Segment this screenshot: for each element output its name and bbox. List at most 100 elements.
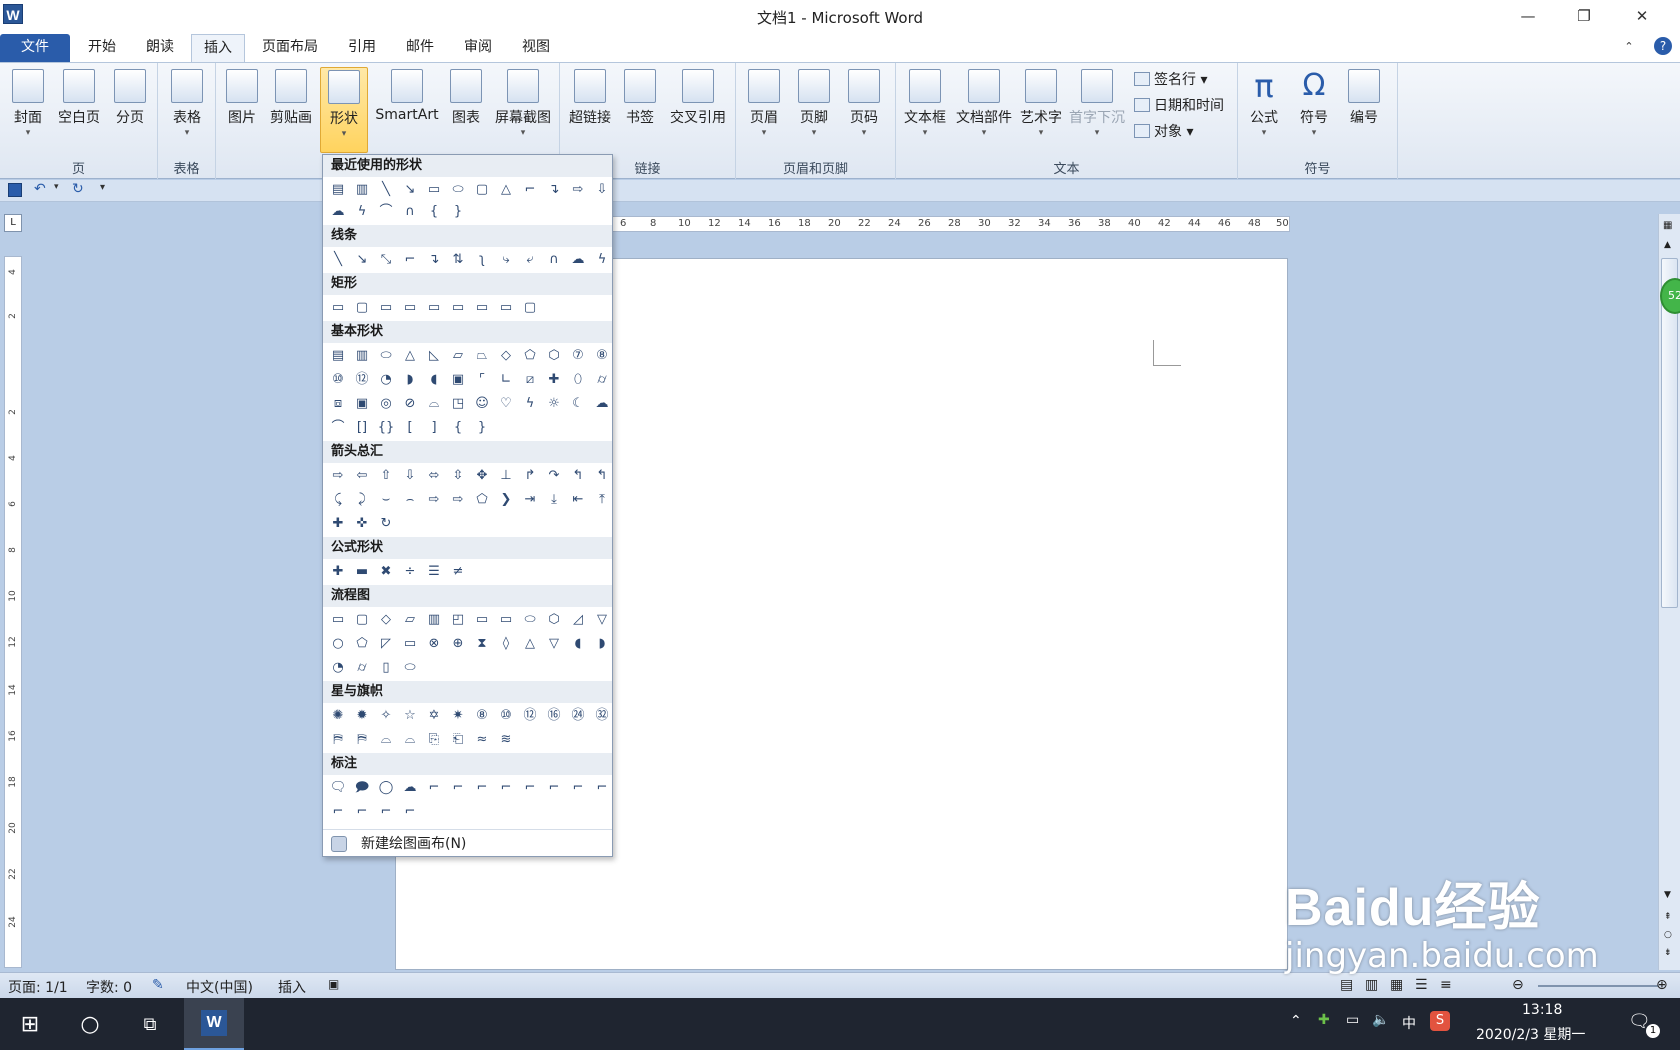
sogou-ime-icon[interactable]: S: [1430, 1011, 1450, 1031]
arrow-quad-icon[interactable]: ✥: [473, 465, 491, 485]
shape-line-icon[interactable]: ╲: [377, 179, 395, 199]
shape-elbow-arrow-icon[interactable]: ↴: [545, 179, 563, 199]
basic-oval-icon[interactable]: ⬭: [377, 345, 395, 365]
tab-review[interactable]: 审阅: [452, 34, 504, 62]
cross-reference-button[interactable]: 交叉引用: [664, 67, 732, 153]
arrow-left-right-icon[interactable]: ⬄: [425, 465, 443, 485]
page-break-button[interactable]: 分页: [108, 67, 152, 153]
date-time-button[interactable]: 日期和时间: [1134, 95, 1224, 115]
arrow-up-icon[interactable]: ⇧: [377, 465, 395, 485]
shape-arrow-line-icon[interactable]: ↘: [401, 179, 419, 199]
flow-internal-storage-icon[interactable]: ◰: [449, 609, 467, 629]
math-equal-icon[interactable]: ☰: [425, 561, 443, 581]
callout-accent-border1-icon[interactable]: ⌐: [353, 801, 371, 821]
basic-decagon-icon[interactable]: ⑩: [329, 369, 347, 389]
footer-button[interactable]: 页脚 ▾: [792, 67, 836, 153]
shape-rounded-rect-icon[interactable]: ▢: [473, 179, 491, 199]
basic-block-arc-icon[interactable]: ⌓: [425, 393, 443, 413]
quick-parts-button[interactable]: 文档部件 ▾: [952, 67, 1016, 153]
basic-smiley-icon[interactable]: ☺: [473, 393, 491, 413]
shape-right-brace-icon[interactable]: }: [449, 201, 467, 221]
curve-icon[interactable]: ∩: [545, 249, 563, 269]
shape-elbow-icon[interactable]: ⌐: [521, 179, 539, 199]
tab-references[interactable]: 引用: [336, 34, 388, 62]
symbol-button[interactable]: Ω 符号 ▾: [1292, 67, 1336, 153]
arrow-bent-icon[interactable]: ↱: [521, 465, 539, 485]
print-layout-view-icon[interactable]: ▤: [1340, 977, 1353, 993]
flow-seq-access-icon[interactable]: ◔: [329, 657, 347, 677]
basic-folded-corner-icon[interactable]: ◳: [449, 393, 467, 413]
chart-button[interactable]: 图表: [444, 67, 488, 153]
undo-icon[interactable]: ↶: [34, 181, 46, 197]
flow-delay-icon[interactable]: ◗: [593, 633, 611, 653]
arrow-icon[interactable]: ↘: [353, 249, 371, 269]
basic-can-icon[interactable]: ⌭: [593, 369, 611, 389]
flow-display-icon[interactable]: ⬭: [401, 657, 419, 677]
page-number-button[interactable]: 页码 ▾: [842, 67, 886, 153]
star-10-icon[interactable]: ⑩: [497, 705, 515, 725]
star-5-icon[interactable]: ☆: [401, 705, 419, 725]
flow-data-icon[interactable]: ▱: [401, 609, 419, 629]
star-12-icon[interactable]: ⑫: [521, 705, 539, 725]
basic-left-bracket-icon[interactable]: [: [401, 417, 419, 437]
basic-trapezoid-icon[interactable]: ⏢: [473, 345, 491, 365]
flow-magnetic-disk-icon[interactable]: ⌭: [353, 657, 371, 677]
math-not-equal-icon[interactable]: ≠: [449, 561, 467, 581]
callout-accent2-icon[interactable]: ⌐: [521, 777, 539, 797]
shape-curve-icon[interactable]: ∩: [401, 201, 419, 221]
arrow-curved-down-icon[interactable]: ⌢: [401, 489, 419, 509]
basic-triangle-icon[interactable]: △: [401, 345, 419, 365]
shape-vertical-textbox-icon[interactable]: ▥: [353, 179, 371, 199]
flow-predefined-icon[interactable]: ▥: [425, 609, 443, 629]
rect-icon[interactable]: ▭: [329, 297, 347, 317]
callout-quad-arrow-icon[interactable]: ✜: [353, 513, 371, 533]
textbox-button[interactable]: 文本框 ▾: [900, 67, 950, 153]
flow-manual-op-icon[interactable]: ▽: [593, 609, 611, 629]
zoom-out-icon[interactable]: ⊖: [1512, 977, 1524, 993]
basic-parallelogram-icon[interactable]: ▱: [449, 345, 467, 365]
round-2-rect-icon[interactable]: ▭: [497, 297, 515, 317]
arrow-bent-up-icon[interactable]: ↰: [593, 465, 611, 485]
cortana-search-icon[interactable]: ○: [60, 998, 120, 1050]
callout-accent3-icon[interactable]: ⌐: [545, 777, 563, 797]
basic-textbox-icon[interactable]: ▤: [329, 345, 347, 365]
flow-punched-tape-icon[interactable]: ▭: [401, 633, 419, 653]
minimize-button[interactable]: —: [1500, 0, 1556, 32]
flow-extract-icon[interactable]: △: [521, 633, 539, 653]
signature-line-button[interactable]: 签名行 ▾: [1134, 69, 1207, 89]
banner-vscroll-icon[interactable]: ⎘: [425, 729, 443, 749]
browse-object-icon[interactable]: ○: [1664, 930, 1672, 940]
shape-right-arrow-icon[interactable]: ⇨: [569, 179, 587, 199]
elbow-connector-icon[interactable]: ⌐: [401, 249, 419, 269]
insert-mode[interactable]: 插入: [278, 977, 306, 997]
curved-connector-icon[interactable]: ʅ: [473, 249, 491, 269]
flow-card-icon[interactable]: ◸: [377, 633, 395, 653]
shape-scribble-icon[interactable]: ϟ: [353, 201, 371, 221]
flow-decision-icon[interactable]: ◇: [377, 609, 395, 629]
basic-cloud-icon[interactable]: ☁: [593, 393, 611, 413]
basic-dodecagon-icon[interactable]: ⑫: [353, 369, 371, 389]
basic-right-triangle-icon[interactable]: ◺: [425, 345, 443, 365]
double-arrow-icon[interactable]: ⤡: [377, 249, 395, 269]
restore-button[interactable]: ❐: [1556, 0, 1612, 32]
snip-rect-icon[interactable]: ▭: [377, 297, 395, 317]
basic-hexagon-icon[interactable]: ⬡: [545, 345, 563, 365]
callout-border1-icon[interactable]: ⌐: [569, 777, 587, 797]
star-32-icon[interactable]: ㉜: [593, 705, 611, 725]
table-button[interactable]: 表格 ▾: [164, 67, 210, 153]
drop-cap-button[interactable]: 首字下沉 ▾: [1066, 67, 1128, 153]
web-layout-view-icon[interactable]: ▦: [1390, 977, 1403, 993]
cover-page-button[interactable]: 封面 ▾: [6, 67, 50, 153]
flow-offpage-icon[interactable]: ⬠: [353, 633, 371, 653]
arrow-curved-up-icon[interactable]: ⌣: [377, 489, 395, 509]
clipart-button[interactable]: 剪贴画: [266, 67, 316, 153]
tab-file[interactable]: 文件: [0, 34, 70, 62]
arrow-notched-right-icon[interactable]: ⇨: [449, 489, 467, 509]
arrow-left-right-up-icon[interactable]: ⊥: [497, 465, 515, 485]
tab-mailings[interactable]: 邮件: [394, 34, 446, 62]
page-count[interactable]: 页面: 1/1: [8, 977, 68, 997]
new-drawing-canvas-item[interactable]: 新建绘图画布(N): [323, 829, 612, 857]
shape-rectangle-icon[interactable]: ▭: [425, 179, 443, 199]
callout-accent-border3-icon[interactable]: ⌐: [401, 801, 419, 821]
flow-sort-icon[interactable]: ◊: [497, 633, 515, 653]
